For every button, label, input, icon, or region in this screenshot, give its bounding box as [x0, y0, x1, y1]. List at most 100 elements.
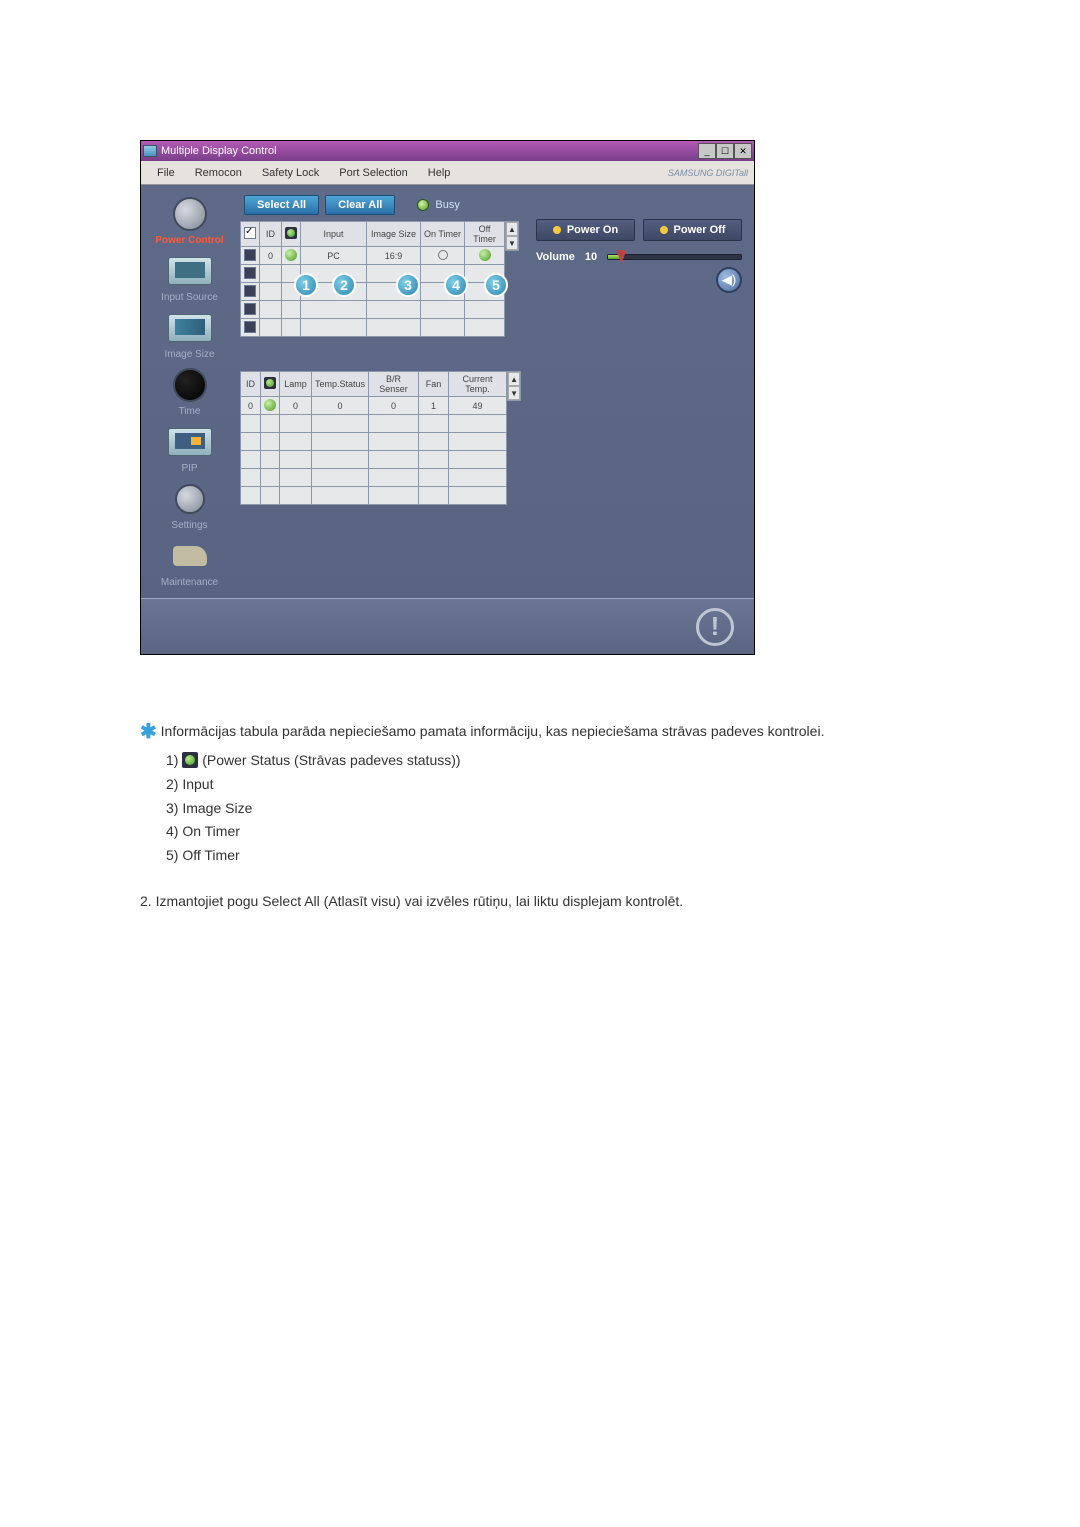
desc-line: 2) Input: [140, 773, 1000, 797]
badge-2: 2: [332, 273, 356, 297]
volume-slider[interactable]: [607, 254, 742, 260]
speaker-icon[interactable]: ◀): [716, 267, 742, 293]
scroll-up-icon[interactable]: ▲: [508, 372, 520, 386]
main-area: Select All Clear All Busy ID: [238, 185, 754, 598]
power-off-label: Power Off: [674, 224, 726, 236]
volume-label: Volume: [536, 251, 575, 263]
close-button[interactable]: ✕: [734, 143, 752, 159]
scrollbar[interactable]: ▲ ▼: [507, 371, 521, 401]
sidebar-label: Input Source: [161, 292, 218, 303]
col-power-icon: [285, 227, 297, 239]
sidebar-item-pip[interactable]: PIP: [146, 423, 234, 474]
col-imgsize: Image Size: [367, 222, 421, 247]
input-source-icon: [167, 252, 213, 290]
scroll-down-icon[interactable]: ▼: [508, 386, 520, 400]
busy-label: Busy: [435, 199, 459, 211]
desc-line: 4) On Timer: [140, 820, 1000, 844]
col2-curtemp: Current Temp.: [449, 372, 507, 397]
dot-icon: [660, 226, 668, 234]
col2-lamp: Lamp: [280, 372, 312, 397]
info-table-2: ID Lamp Temp.Status B/R Senser Fan Curre…: [240, 371, 507, 505]
titlebar: Multiple Display Control _ ☐ ✕: [141, 141, 754, 161]
menu-help[interactable]: Help: [418, 164, 461, 182]
desc-line: 3) Image Size: [140, 797, 1000, 821]
clear-all-button[interactable]: Clear All: [325, 195, 395, 215]
col2-id: ID: [241, 372, 261, 397]
power-status-icon: [182, 752, 198, 768]
sidebar-item-power-control[interactable]: Power Control: [146, 195, 234, 246]
select-all-button[interactable]: Select All: [244, 195, 319, 215]
table-row[interactable]: 0 PC 16:9: [241, 247, 505, 265]
power-status-icon: [264, 399, 276, 411]
statusbar: !: [141, 598, 754, 654]
dot-icon: [553, 226, 561, 234]
app-icon: [143, 145, 157, 157]
window-title: Multiple Display Control: [161, 145, 277, 157]
table-row[interactable]: [241, 487, 507, 505]
star-icon: ✱: [140, 721, 157, 743]
power-status-icon: [285, 249, 297, 261]
badge-4: 4: [444, 273, 468, 297]
menu-safety-lock[interactable]: Safety Lock: [252, 164, 329, 182]
badge-5: 5: [484, 273, 508, 297]
image-size-icon: [167, 309, 213, 347]
sidebar-item-input-source[interactable]: Input Source: [146, 252, 234, 303]
menu-remocon[interactable]: Remocon: [185, 164, 252, 182]
col-id: ID: [260, 222, 282, 247]
scrollbar[interactable]: ▲ ▼: [505, 221, 519, 251]
table-row[interactable]: [241, 301, 505, 319]
sidebar-label: Power Control: [155, 235, 223, 246]
minimize-button[interactable]: _: [698, 143, 716, 159]
menu-file[interactable]: File: [147, 164, 185, 182]
sidebar-item-maintenance[interactable]: Maintenance: [146, 537, 234, 588]
table-row[interactable]: [241, 469, 507, 487]
busy-dot-icon: [417, 199, 429, 211]
offtimer-on-icon: [479, 249, 491, 261]
row-checkbox[interactable]: [244, 321, 256, 333]
desc-line: Informācijas tabula parāda nepieciešamo …: [161, 723, 825, 739]
header-checkbox[interactable]: [244, 227, 256, 239]
alert-icon: !: [696, 608, 734, 646]
row-checkbox[interactable]: [244, 285, 256, 297]
menu-port-selection[interactable]: Port Selection: [329, 164, 417, 182]
sidebar-item-time[interactable]: Time: [146, 366, 234, 417]
desc-line: 5) Off Timer: [140, 844, 1000, 868]
col2-fan: Fan: [419, 372, 449, 397]
row-checkbox[interactable]: [244, 303, 256, 315]
table-row[interactable]: [241, 451, 507, 469]
row-checkbox[interactable]: [244, 249, 256, 261]
table-row[interactable]: [241, 415, 507, 433]
table-row[interactable]: [241, 319, 505, 337]
col-input: Input: [301, 222, 367, 247]
description-text: ✱ Informācijas tabula parāda nepieciešam…: [140, 715, 1000, 914]
pip-icon: [167, 423, 213, 461]
sidebar-item-image-size[interactable]: Image Size: [146, 309, 234, 360]
sidebar-label: Time: [179, 406, 201, 417]
col2-brsenser: B/R Senser: [369, 372, 419, 397]
sidebar-item-settings[interactable]: Settings: [146, 480, 234, 531]
menubar: File Remocon Safety Lock Port Selection …: [141, 161, 754, 185]
row-checkbox[interactable]: [244, 267, 256, 279]
scroll-down-icon[interactable]: ▼: [506, 236, 518, 250]
scroll-up-icon[interactable]: ▲: [506, 222, 518, 236]
ontimer-off-icon: [438, 250, 448, 260]
app-window: Multiple Display Control _ ☐ ✕ File Remo…: [140, 140, 755, 655]
badge-1: 1: [294, 273, 318, 297]
col-offtimer: Off Timer: [465, 222, 505, 247]
maximize-button[interactable]: ☐: [716, 143, 734, 159]
power-control-icon: [167, 195, 213, 233]
sidebar-label: Settings: [171, 520, 207, 531]
col2-power-icon: [264, 377, 276, 389]
desc-line: 2. Izmantojiet pogu Select All (Atlasīt …: [140, 890, 1000, 914]
sidebar-label: Image Size: [164, 349, 214, 360]
table-row[interactable]: 0 0 0 0 1 49: [241, 397, 507, 415]
col2-tempstatus: Temp.Status: [312, 372, 369, 397]
badge-3: 3: [396, 273, 420, 297]
power-on-label: Power On: [567, 224, 618, 236]
table-row[interactable]: [241, 433, 507, 451]
sidebar-label: PIP: [181, 463, 197, 474]
maintenance-icon: [167, 537, 213, 575]
power-on-button[interactable]: Power On: [536, 219, 635, 241]
power-off-button[interactable]: Power Off: [643, 219, 742, 241]
sidebar: Power Control Input Source Image Size Ti…: [141, 185, 238, 598]
